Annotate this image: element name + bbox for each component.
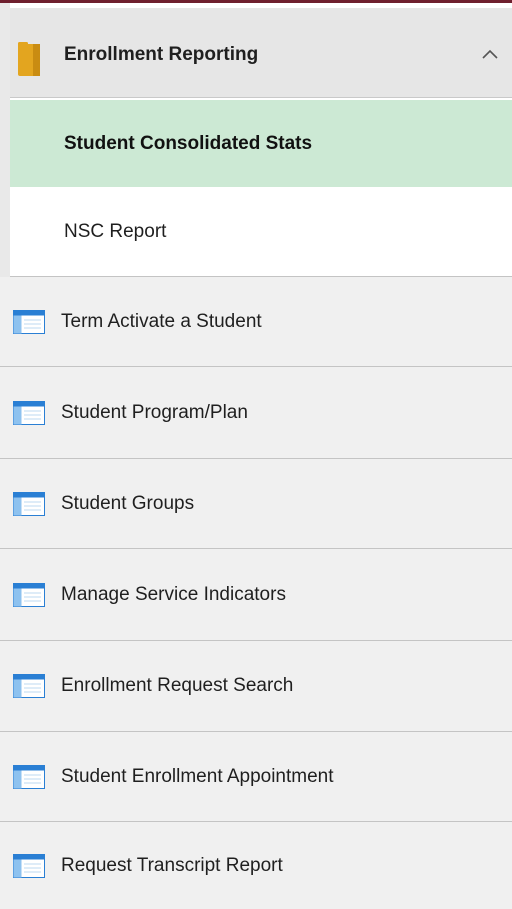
menu-item-label: Student Groups <box>61 492 195 514</box>
menu-item-label: Term Activate a Student <box>61 310 262 332</box>
sub-item-nsc-report[interactable]: NSC Report <box>10 187 512 277</box>
sub-item-label: NSC Report <box>64 220 167 242</box>
chevron-up-icon[interactable] <box>480 44 500 64</box>
component-page-icon <box>13 764 45 789</box>
top-accent-rule <box>0 0 512 3</box>
menu-item-label: Request Transcript Report <box>61 854 283 876</box>
menu-item-student-enrollment-appointment[interactable]: Student Enrollment Appointment <box>0 732 512 822</box>
component-page-icon <box>13 491 45 516</box>
component-page-icon <box>13 400 45 425</box>
menu-item-student-program-plan[interactable]: Student Program/Plan <box>0 367 512 459</box>
menu-item-enrollment-request-search[interactable]: Enrollment Request Search <box>0 641 512 732</box>
menu-item-manage-service-indicators[interactable]: Manage Service Indicators <box>0 549 512 641</box>
sub-item-label: Student Consolidated Stats <box>64 132 313 154</box>
menu-item-label: Manage Service Indicators <box>61 583 286 605</box>
menu-item-request-transcript-report[interactable]: Request Transcript Report <box>0 822 512 909</box>
folder-icon <box>18 42 40 76</box>
group-title: Enrollment Reporting <box>64 44 259 65</box>
menu-item-label: Enrollment Request Search <box>61 675 294 696</box>
component-page-icon <box>13 674 45 698</box>
component-page-icon <box>13 309 45 334</box>
menu-item-label: Student Enrollment Appointment <box>61 765 334 787</box>
menu-item-label: Student Program/Plan <box>61 401 248 423</box>
menu-item-term-activate-a-student[interactable]: Term Activate a Student <box>0 277 512 367</box>
component-page-icon <box>13 853 45 878</box>
component-page-icon <box>13 582 45 607</box>
navigation-panel: Enrollment Reporting Student Consolidate… <box>0 0 512 909</box>
group-header-enrollment-reporting[interactable]: Enrollment Reporting <box>10 8 512 98</box>
menu-item-student-groups[interactable]: Student Groups <box>0 459 512 549</box>
sub-item-student-consolidated-stats[interactable]: Student Consolidated Stats <box>10 100 512 187</box>
